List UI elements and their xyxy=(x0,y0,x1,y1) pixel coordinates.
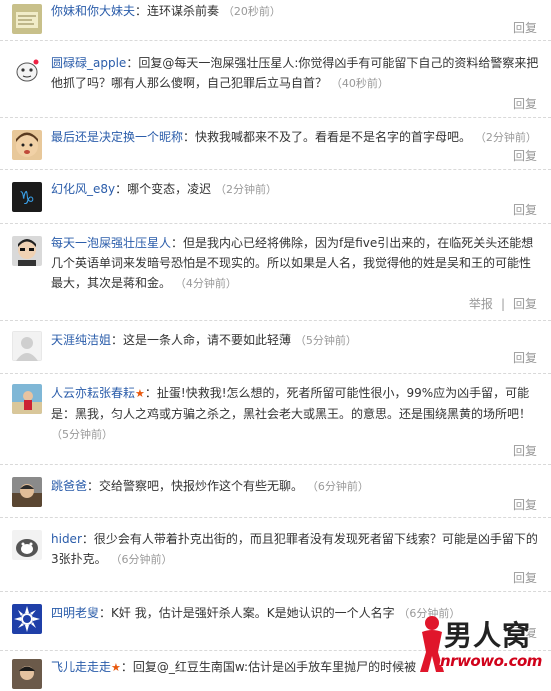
comment-user[interactable]: 幻化风_e8y xyxy=(51,182,115,196)
comment-body: ：哪个变态，凌迟 xyxy=(115,182,212,196)
avatar[interactable] xyxy=(12,384,42,414)
watermark-logo: 男人窝 nrwowo.com xyxy=(410,612,548,678)
comment-body: ：交给警察吧，快报炒作这个有些无聊。 xyxy=(87,479,304,493)
watermark-name: 男人窝 xyxy=(444,619,532,652)
comment-body: ：快救我喊都来不及了。看看是不是名字的首字母吧。 xyxy=(183,130,472,144)
comment-user[interactable]: 最后还是决定换一个昵称 xyxy=(51,130,183,144)
avatar[interactable] xyxy=(12,530,42,560)
watermark-url: nrwowo.com xyxy=(440,652,542,670)
comment-time: （6分钟前） xyxy=(306,480,369,493)
comment-user[interactable]: 你妹和你大妹夫 xyxy=(51,4,135,18)
comment-time: （2分钟前） xyxy=(474,131,537,144)
reply-button[interactable]: 回复 xyxy=(513,203,537,217)
comment-text: 天涯纯洁姐：这是一条人命，请不要如此轻薄 （5分钟前） xyxy=(51,330,539,351)
comment-text: hider：很少会有人带着扑克出街的，而且犯罪者没有发现死者留下线索？可能是凶手… xyxy=(51,529,539,570)
comment-item: 最后还是决定换一个昵称：快救我喊都来不及了。看看是不是名字的首字母吧。 （2分钟… xyxy=(0,118,551,170)
avatar[interactable] xyxy=(12,4,42,34)
comment-time: （20秒前） xyxy=(222,5,281,18)
comment-item: 跳爸爸：交给警察吧，快报炒作这个有些无聊。 （6分钟前） 回复 xyxy=(0,465,551,518)
comment-item: 你妹和你大妹夫：连环谋杀前奏 （20秒前） 回复 xyxy=(0,0,551,41)
avatar[interactable] xyxy=(12,659,42,689)
comment-text: 你妹和你大妹夫：连环谋杀前奏 （20秒前） xyxy=(51,1,539,22)
avatar[interactable] xyxy=(12,331,42,361)
comment-body: ：K奸 我，估计是强奸杀人案。K是她认识的一个人名字 xyxy=(99,606,395,620)
comment-actions: 回复 xyxy=(513,349,537,366)
avatar[interactable]: ♑ xyxy=(12,182,42,212)
reply-button[interactable]: 回复 xyxy=(513,149,537,163)
comment-text: 人云亦耘张春耘★：扯蛋!快救我!怎么想的，死者所留可能性很小，99%应为凶手留，… xyxy=(51,383,539,445)
comment-body: ：连环谋杀前奏 xyxy=(135,4,220,18)
reply-button[interactable]: 回复 xyxy=(513,97,537,111)
action-separator: | xyxy=(500,297,505,311)
comment-item: 每天一泡屎强壮压星人：但是我内心已经将佛除，因为f是five引出来的，在临死关头… xyxy=(0,224,551,321)
comment-item: 天涯纯洁姐：这是一条人命，请不要如此轻薄 （5分钟前） 回复 xyxy=(0,321,551,374)
comment-text: 每天一泡屎强壮压星人：但是我内心已经将佛除，因为f是five引出来的，在临死关头… xyxy=(51,233,539,294)
svg-text:♑: ♑ xyxy=(19,188,35,209)
comment-actions: 回复 xyxy=(513,442,537,459)
comment-actions: 回复 xyxy=(513,201,537,218)
vip-star-icon: ★ xyxy=(135,387,145,400)
reply-button[interactable]: 回复 xyxy=(513,444,537,458)
comment-time: （4分钟前） xyxy=(174,277,237,290)
comment-time: （2分钟前） xyxy=(214,183,277,196)
comment-item: 圆碌碌_apple：回复@每天一泡屎强壮压星人:你觉得凶手有可能留下自己的资料给… xyxy=(0,41,551,118)
reply-button[interactable]: 回复 xyxy=(513,297,537,311)
comment-user[interactable]: 飞儿走走走 xyxy=(51,660,111,674)
comment-item: 人云亦耘张春耘★：扯蛋!快救我!怎么想的，死者所留可能性很小，99%应为凶手留，… xyxy=(0,374,551,465)
reply-button[interactable]: 回复 xyxy=(513,21,537,35)
avatar[interactable] xyxy=(12,604,42,634)
comment-item: hider：很少会有人带着扑克出街的，而且犯罪者没有发现死者留下线索？可能是凶手… xyxy=(0,518,551,592)
comment-user[interactable]: 天涯纯洁姐 xyxy=(51,333,111,347)
reply-button[interactable]: 回复 xyxy=(513,571,537,585)
comment-user[interactable]: 四明老叟 xyxy=(51,606,99,620)
comment-text: 最后还是决定换一个昵称：快救我喊都来不及了。看看是不是名字的首字母吧。 （2分钟… xyxy=(51,127,539,148)
avatar[interactable] xyxy=(12,477,42,507)
comment-time: （6分钟前） xyxy=(110,553,173,566)
comment-time: （40秒前） xyxy=(330,77,389,90)
comment-text: 跳爸爸：交给警察吧，快报炒作这个有些无聊。 （6分钟前） xyxy=(51,476,539,497)
comment-time: （5分钟前） xyxy=(51,428,113,441)
comment-actions: 回复 xyxy=(513,95,537,112)
comment-item: ♑ 幻化风_e8y：哪个变态，凌迟 （2分钟前） 回复 xyxy=(0,170,551,224)
reply-button[interactable]: 回复 xyxy=(513,498,537,512)
comment-user[interactable]: 每天一泡屎强壮压星人 xyxy=(51,236,171,250)
vip-star-icon: ★ xyxy=(111,661,121,674)
comment-actions: 回复 xyxy=(513,496,537,513)
comment-text: 幻化风_e8y：哪个变态，凌迟 （2分钟前） xyxy=(51,179,539,200)
comment-body: ：这是一条人命，请不要如此轻薄 xyxy=(111,333,292,347)
avatar[interactable] xyxy=(12,55,42,85)
comment-actions: 回复 xyxy=(513,147,537,164)
comment-user[interactable]: hider xyxy=(51,532,82,546)
comment-actions: 举报 | 回复 xyxy=(469,295,537,312)
comment-user[interactable]: 跳爸爸 xyxy=(51,479,87,493)
comment-body: ：回复@_红豆生南国w:估计是凶手放车里抛尸的时候被 xyxy=(120,660,417,674)
reply-button[interactable]: 回复 xyxy=(513,351,537,365)
comment-actions: 回复 xyxy=(513,19,537,36)
comment-user[interactable]: 圆碌碌_apple xyxy=(51,56,126,70)
report-button[interactable]: 举报 xyxy=(469,297,493,311)
comment-user[interactable]: 人云亦耘张春耘 xyxy=(51,386,135,400)
comment-actions: 回复 xyxy=(513,569,537,586)
avatar[interactable] xyxy=(12,236,42,266)
comment-text: 圆碌碌_apple：回复@每天一泡屎强壮压星人:你觉得凶手有可能留下自己的资料给… xyxy=(51,53,539,94)
avatar[interactable] xyxy=(12,130,42,160)
comment-time: （5分钟前） xyxy=(294,334,357,347)
